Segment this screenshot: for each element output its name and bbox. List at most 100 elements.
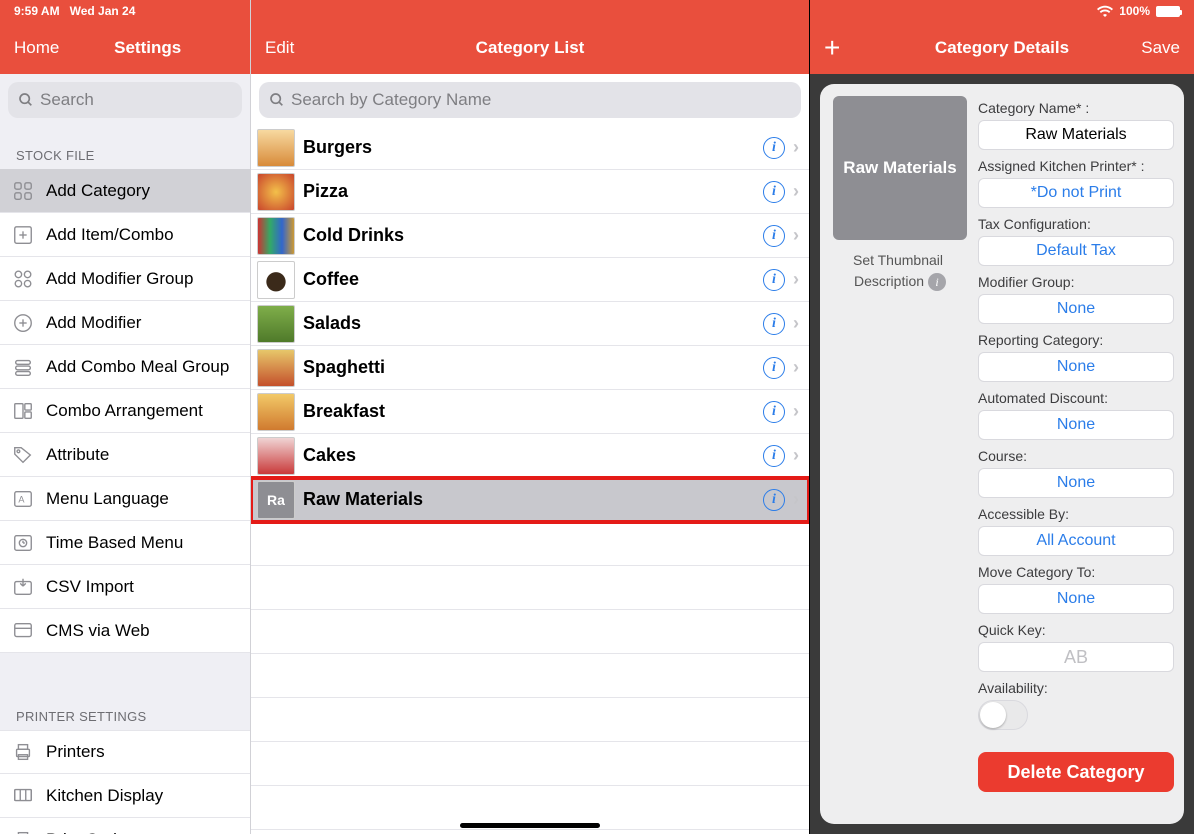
category-label: Spaghetti — [303, 357, 763, 378]
info-icon[interactable]: i — [928, 273, 946, 291]
sidebar-item-csv-import[interactable]: CSV Import — [0, 565, 250, 609]
info-icon[interactable]: i — [763, 137, 785, 159]
empty-row — [251, 698, 809, 742]
course-label: Course: — [978, 448, 1174, 464]
autodisc-select[interactable]: None — [978, 410, 1174, 440]
category-row-cold-drinks[interactable]: Cold Drinks i › — [251, 214, 809, 258]
battery-pct: 100% — [1119, 4, 1150, 18]
sidebar-item-label: Printers — [46, 742, 105, 762]
category-row-pizza[interactable]: Pizza i › — [251, 170, 809, 214]
category-label: Burgers — [303, 137, 763, 158]
sidebar-item-label: Attribute — [46, 445, 109, 465]
sidebar-item-add-modifier-group[interactable]: Add Modifier Group — [0, 257, 250, 301]
tag-icon — [10, 442, 36, 468]
chevron-right-icon: › — [793, 269, 799, 290]
access-label: Accessible By: — [978, 506, 1174, 522]
sidebar-item-add-item[interactable]: Add Item/Combo — [0, 213, 250, 257]
reportcat-label: Reporting Category: — [978, 332, 1174, 348]
move-label: Move Category To: — [978, 564, 1174, 580]
sidebar-item-label: Menu Language — [46, 489, 169, 509]
course-select[interactable]: None — [978, 468, 1174, 498]
search-icon — [18, 92, 34, 108]
sidebar-item-time-based-menu[interactable]: Time Based Menu — [0, 521, 250, 565]
empty-row — [251, 654, 809, 698]
category-label: Breakfast — [303, 401, 763, 422]
sidebar-item-add-category[interactable]: Add Category — [0, 169, 250, 213]
move-select[interactable]: None — [978, 584, 1174, 614]
sidebar-item-combo-arrangement[interactable]: Combo Arrangement — [0, 389, 250, 433]
category-row-raw-materials[interactable]: Ra Raw Materials i › — [251, 478, 809, 522]
home-button[interactable]: Home — [14, 38, 59, 58]
modgroup-select[interactable]: None — [978, 294, 1174, 324]
sidebar-item-kitchen-display[interactable]: Kitchen Display — [0, 774, 250, 818]
delete-category-button[interactable]: Delete Category — [978, 752, 1174, 792]
sidebar-item-menu-language[interactable]: A Menu Language — [0, 477, 250, 521]
sidebar-body: STOCK FILE Add Category Add Item/Combo A… — [0, 126, 250, 834]
category-search-input[interactable] — [291, 90, 791, 110]
empty-row — [251, 610, 809, 654]
info-icon[interactable]: i — [763, 181, 785, 203]
info-icon[interactable]: i — [763, 357, 785, 379]
sidebar-item-print-options[interactable]: Print Options — [0, 818, 250, 834]
chevron-right-icon: › — [793, 489, 799, 510]
category-thumb — [257, 393, 295, 431]
category-row-cakes[interactable]: Cakes i › — [251, 434, 809, 478]
category-thumbnail[interactable]: Raw Materials — [833, 96, 967, 240]
sidebar-search[interactable] — [8, 82, 242, 118]
info-icon[interactable]: i — [763, 445, 785, 467]
autodisc-label: Automated Discount: — [978, 390, 1174, 406]
reportcat-select[interactable]: None — [978, 352, 1174, 382]
clock-menu-icon — [10, 530, 36, 556]
info-icon[interactable]: i — [763, 489, 785, 511]
sidebar-item-add-modifier[interactable]: Add Modifier — [0, 301, 250, 345]
sidebar-item-add-combo-meal-group[interactable]: Add Combo Meal Group — [0, 345, 250, 389]
category-search[interactable] — [259, 82, 801, 118]
category-row-breakfast[interactable]: Breakfast i › — [251, 390, 809, 434]
info-icon[interactable]: i — [763, 225, 785, 247]
quickkey-input[interactable]: AB — [978, 642, 1174, 672]
language-icon: A — [10, 486, 36, 512]
category-label: Raw Materials — [303, 489, 763, 510]
edit-button[interactable]: Edit — [265, 38, 294, 58]
plus-square-icon — [10, 222, 36, 248]
info-icon[interactable]: i — [763, 269, 785, 291]
info-icon[interactable]: i — [763, 401, 785, 423]
category-label: Pizza — [303, 181, 763, 202]
status-bar: 9:59 AM Wed Jan 24 — [0, 0, 250, 22]
tax-label: Tax Configuration: — [978, 216, 1174, 232]
chevron-right-icon: › — [793, 313, 799, 334]
chevron-right-icon: › — [793, 445, 799, 466]
display-icon — [10, 783, 36, 809]
thumbnail-caption: Set Thumbnail — [853, 250, 947, 271]
description-row[interactable]: Description i — [854, 271, 946, 292]
category-row-burgers[interactable]: Burgers i › — [251, 126, 809, 170]
printer-select[interactable]: *Do not Print — [978, 178, 1174, 208]
category-row-coffee[interactable]: Coffee i › — [251, 258, 809, 302]
sidebar-item-label: Combo Arrangement — [46, 401, 203, 421]
category-thumb — [257, 305, 295, 343]
sidebar-item-printers[interactable]: Printers — [0, 730, 250, 774]
chevron-right-icon: › — [793, 225, 799, 246]
name-input[interactable]: Raw Materials — [978, 120, 1174, 150]
sidebar-item-label: Print Options — [46, 830, 144, 834]
category-row-salads[interactable]: Salads i › — [251, 302, 809, 346]
details-card: Raw Materials Set Thumbnail Description … — [820, 84, 1184, 824]
print-options-icon — [10, 827, 36, 834]
section-stock-file: STOCK FILE — [0, 126, 250, 169]
empty-row — [251, 522, 809, 566]
access-select[interactable]: All Account — [978, 526, 1174, 556]
sidebar-navbar: Home Settings — [0, 22, 250, 74]
sidebar-item-attribute[interactable]: Attribute — [0, 433, 250, 477]
sidebar-item-cms-web[interactable]: CMS via Web — [0, 609, 250, 653]
stack-icon — [10, 354, 36, 380]
status-time: 9:59 AM — [14, 4, 60, 18]
info-icon[interactable]: i — [763, 313, 785, 335]
add-category-button[interactable]: + — [824, 34, 840, 62]
sidebar-search-input[interactable] — [40, 90, 261, 110]
category-row-spaghetti[interactable]: Spaghetti i › — [251, 346, 809, 390]
empty-row — [251, 566, 809, 610]
tax-select[interactable]: Default Tax — [978, 236, 1174, 266]
availability-toggle[interactable] — [978, 700, 1028, 730]
save-button[interactable]: Save — [1141, 38, 1180, 58]
import-icon — [10, 574, 36, 600]
